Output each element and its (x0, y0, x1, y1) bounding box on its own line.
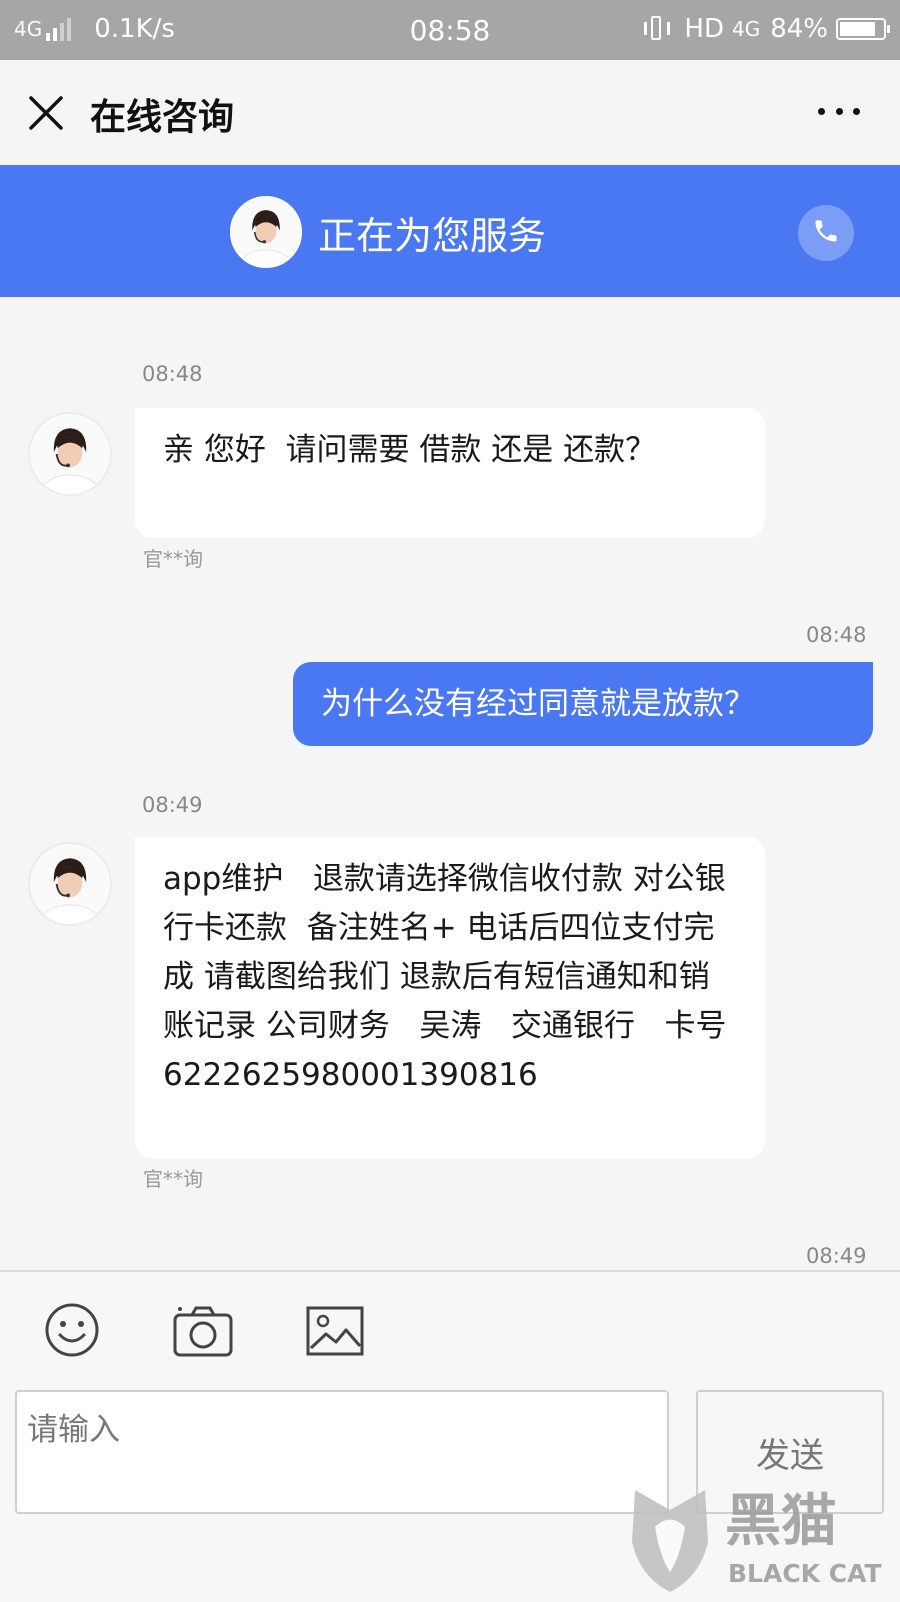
call-button[interactable] (798, 205, 854, 261)
battery-icon (836, 18, 890, 40)
message-timestamp: 08:48 (806, 623, 867, 647)
vibrate-icon (642, 15, 672, 43)
send-button[interactable]: 发送 (696, 1390, 884, 1514)
chat-bubble-incoming: 亲 您好 请问需要 借款 还是 还款？ (135, 408, 765, 538)
sender-name: 官**询 (143, 547, 203, 571)
chat-bubble-incoming: app维护 退款请选择微信收付款 对公银行卡还款 备注姓名+ 电话后四位支付完成… (135, 837, 765, 1159)
message-timestamp: 08:49 (806, 1244, 867, 1268)
status-right: HD 4G 84% (642, 14, 890, 44)
agent-avatar (28, 842, 112, 926)
close-icon[interactable] (28, 95, 64, 131)
banner-title: 正在为您服务 (318, 214, 547, 258)
chat-bubble-outgoing: 为什么没有经过同意就是放款？ (293, 662, 873, 746)
camera-icon[interactable] (172, 1304, 234, 1362)
sender-name: 官**询 (143, 1167, 203, 1191)
emoji-icon[interactable] (44, 1302, 100, 1362)
battery-percent: 84% (770, 14, 828, 44)
image-icon[interactable] (306, 1306, 364, 1360)
phone-icon (812, 217, 840, 249)
service-banner: 正在为您服务 (0, 165, 900, 297)
network-type-right: 4G (731, 17, 761, 41)
battery-fill (840, 22, 875, 36)
message-timestamp: 08:48 (142, 362, 203, 386)
more-icon[interactable] (818, 108, 860, 118)
composer-panel: 请输入 发送 (0, 1270, 900, 1602)
agent-avatar (230, 196, 302, 268)
message-timestamp: 08:49 (142, 793, 203, 817)
hd-indicator: HD (684, 14, 724, 44)
title-bar: 在线咨询 (0, 60, 900, 165)
message-input[interactable]: 请输入 (15, 1390, 669, 1514)
status-bar: 4G 0.1K/s 08:58 HD 4G 84% (0, 0, 900, 60)
agent-avatar (28, 412, 112, 496)
page-title: 在线咨询 (90, 97, 235, 138)
